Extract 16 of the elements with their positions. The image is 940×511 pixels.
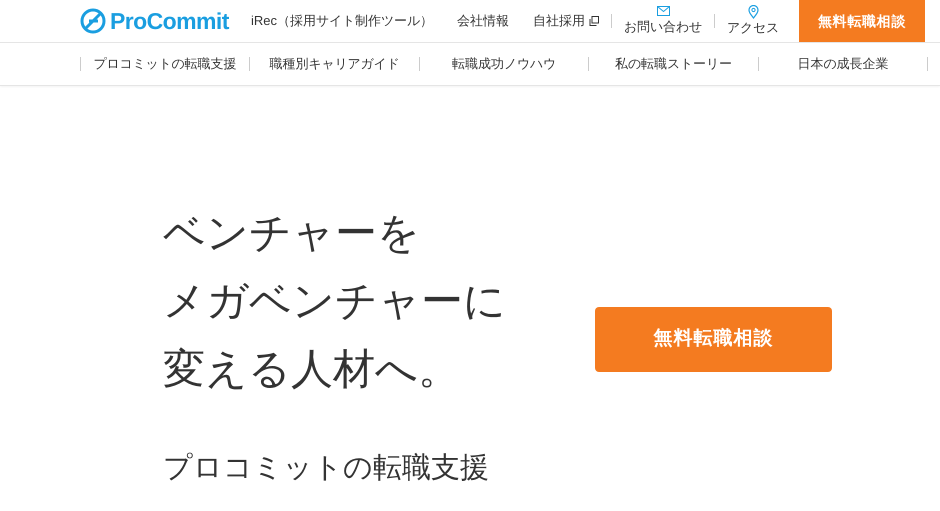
nav-menu-item[interactable]: プロコミットの転職支援 [81,54,250,74]
hero-heading: ベンチャーを メガベンチャーに 変える人材へ。 [163,208,507,394]
location-pin-icon [748,5,758,20]
nav-link[interactable]: お問い合わせ [612,6,714,36]
nav-link[interactable]: アクセス [715,5,791,37]
nav-link[interactable]: 自社採用 [521,11,611,31]
nav-link[interactable]: 会社情報 [445,11,521,31]
logo-icon [80,8,106,34]
mail-icon [656,6,670,16]
external-link-icon [589,16,599,26]
nav-menu-item[interactable]: 転職成功ノウハウ [420,54,588,74]
nav-menu-item[interactable]: 日本の成長企業 [758,54,928,74]
nav-menu-item[interactable]: 職種別キャリアガイド [250,54,419,74]
nav-link[interactable]: iRec（採用サイト制作ツール） [238,11,445,31]
nav-menu-item[interactable]: 私の転職ストーリー [589,54,758,74]
section-subtitle: プロコミットの転職支援 [163,451,490,486]
